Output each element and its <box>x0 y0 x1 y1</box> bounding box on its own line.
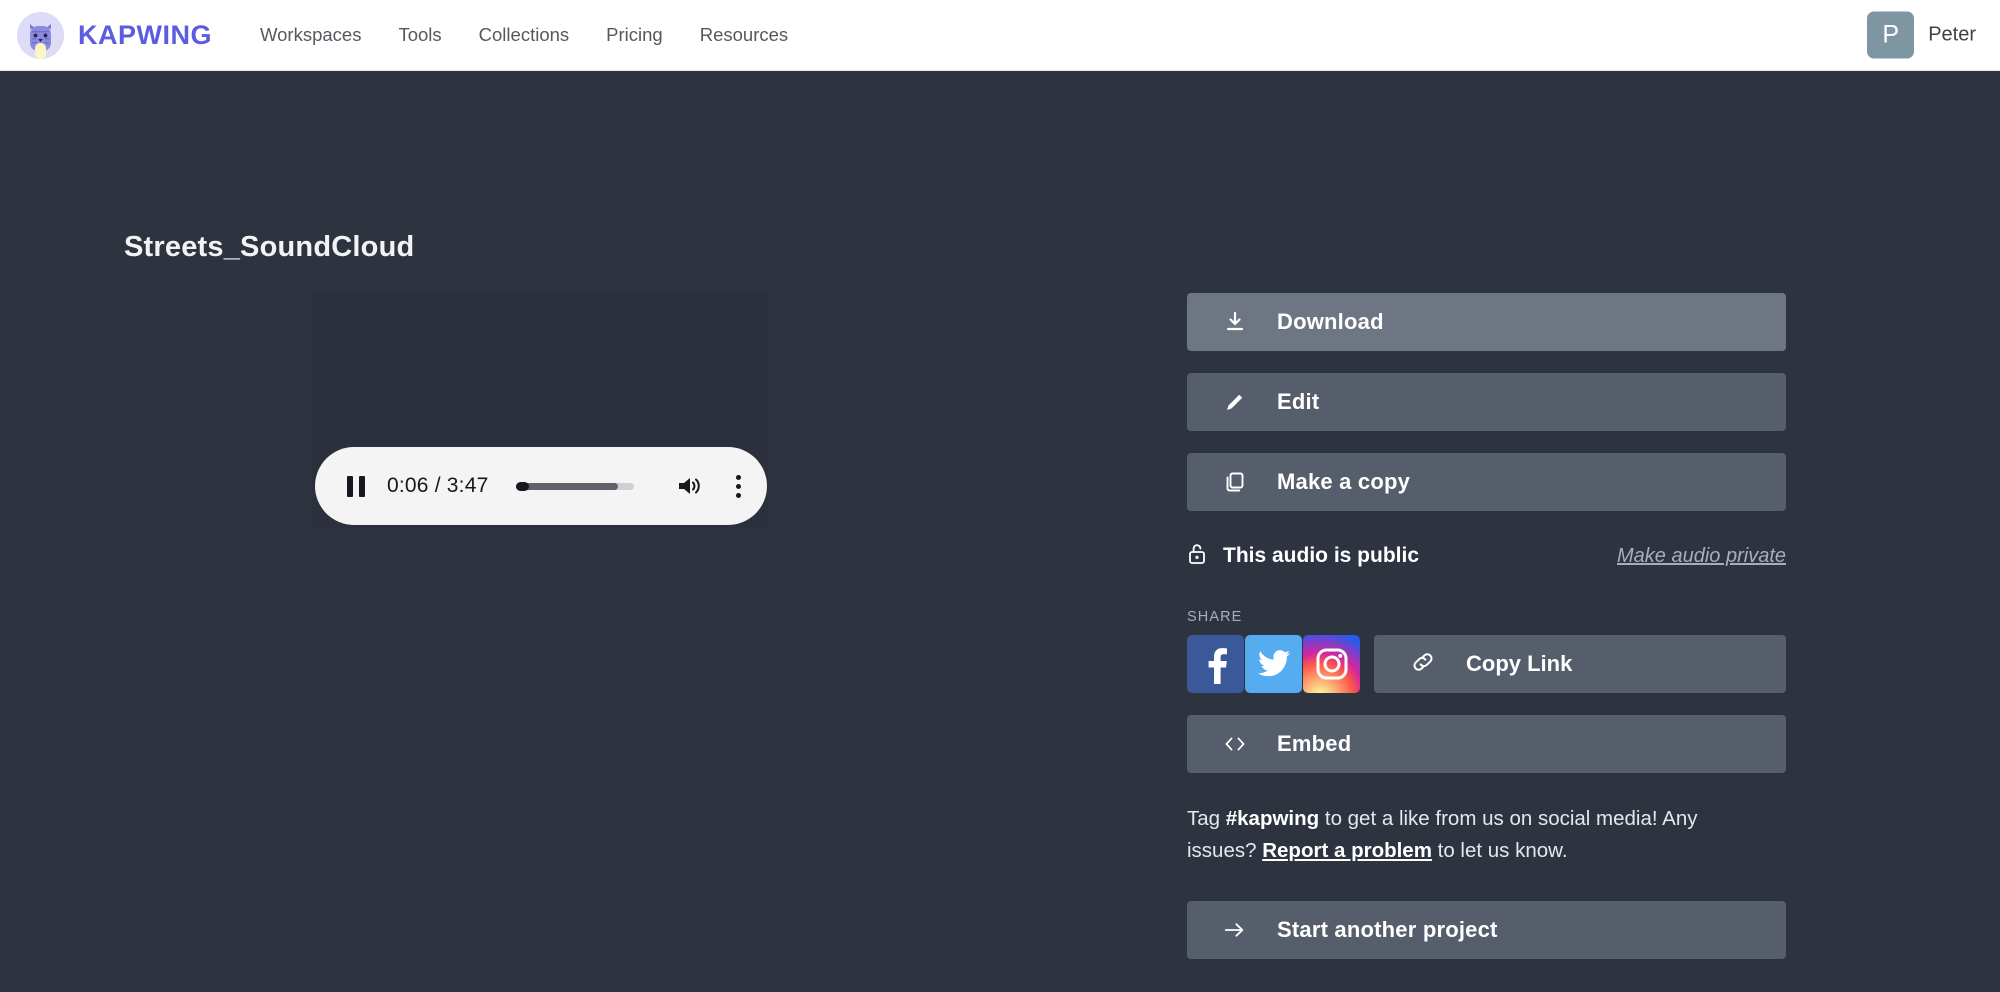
audio-player-controls: 0:06 / 3:47 <box>315 447 767 525</box>
embed-button[interactable]: Embed <box>1187 715 1786 773</box>
nav-item-resources[interactable]: Resources <box>700 24 788 46</box>
copy-link-label: Copy Link <box>1466 651 1572 677</box>
instagram-icon[interactable] <box>1303 635 1360 693</box>
share-row: Copy Link <box>1187 635 1786 693</box>
tagline-suffix: to let us know. <box>1432 839 1568 862</box>
share-section-label: SHARE <box>1187 609 1786 625</box>
start-another-project-button[interactable]: Start another project <box>1187 901 1786 959</box>
user-menu[interactable]: P Peter <box>1867 12 1976 59</box>
user-name: Peter <box>1928 24 1976 47</box>
tagline-hashtag: #kapwing <box>1226 807 1319 830</box>
visibility-row: This audio is public Make audio private <box>1187 541 1786 571</box>
copy-link-button[interactable]: Copy Link <box>1374 635 1786 693</box>
code-brackets-icon <box>1223 733 1247 755</box>
main-navigation: Workspaces Tools Collections Pricing Res… <box>260 24 788 46</box>
brand-logo[interactable]: KAPWING <box>17 12 212 59</box>
unlock-icon <box>1187 542 1207 571</box>
edit-button-label: Edit <box>1277 389 1319 415</box>
tagline-prefix: Tag <box>1187 807 1226 830</box>
make-audio-private-link[interactable]: Make audio private <box>1617 545 1786 568</box>
nav-item-pricing[interactable]: Pricing <box>606 24 663 46</box>
tagline-text: Tag #kapwing to get a like from us on so… <box>1187 803 1747 867</box>
volume-high-icon[interactable] <box>676 474 702 498</box>
make-a-copy-button[interactable]: Make a copy <box>1187 453 1786 511</box>
download-button-label: Download <box>1277 309 1384 335</box>
pencil-icon <box>1223 391 1247 413</box>
start-another-project-label: Start another project <box>1277 917 1498 943</box>
brand-name: KAPWING <box>78 20 212 51</box>
pause-icon[interactable] <box>347 476 365 497</box>
facebook-icon[interactable] <box>1187 635 1244 693</box>
nav-item-tools[interactable]: Tools <box>398 24 441 46</box>
download-button[interactable]: Download <box>1187 293 1786 351</box>
avatar[interactable]: P <box>1867 12 1914 59</box>
nav-item-workspaces[interactable]: Workspaces <box>260 24 361 46</box>
make-a-copy-button-label: Make a copy <box>1277 469 1410 495</box>
kapwing-cat-logo-icon <box>17 12 64 59</box>
page-title: Streets_SoundCloud <box>124 231 414 264</box>
progress-slider[interactable] <box>516 483 634 490</box>
link-icon <box>1410 649 1436 680</box>
copy-icon <box>1223 471 1247 493</box>
main-content: Streets_SoundCloud 0:06 / 3:47 <box>0 71 2000 992</box>
site-header: KAPWING Workspaces Tools Collections Pri… <box>0 0 2000 71</box>
kebab-menu-icon[interactable] <box>736 475 741 498</box>
edit-button[interactable]: Edit <box>1187 373 1786 431</box>
arrow-right-icon <box>1223 919 1247 941</box>
report-a-problem-link[interactable]: Report a problem <box>1262 839 1432 862</box>
twitter-icon[interactable] <box>1245 635 1302 693</box>
time-display: 0:06 / 3:47 <box>387 474 488 498</box>
progress-knob[interactable] <box>516 482 529 491</box>
nav-item-collections[interactable]: Collections <box>479 24 570 46</box>
visibility-status: This audio is public <box>1223 544 1419 568</box>
download-icon <box>1223 311 1247 333</box>
embed-button-label: Embed <box>1277 731 1351 757</box>
progress-fill <box>516 483 617 490</box>
side-panel: Download Edit Make a copy <box>1187 293 1786 959</box>
